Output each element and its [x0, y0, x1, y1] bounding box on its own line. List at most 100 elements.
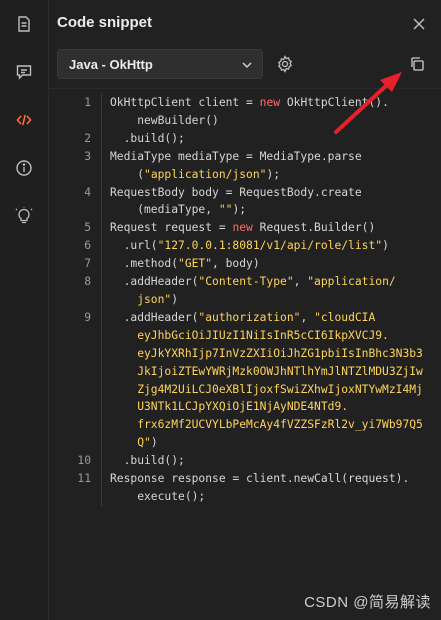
- string-literal: "": [218, 203, 233, 217]
- indent-guide: [101, 470, 102, 506]
- close-icon[interactable]: [411, 16, 427, 32]
- code-continuation: Zjg4M2UiLCJ0eXBlIjoxfSwiZXhwIjoxNTYwMzI4…: [110, 381, 431, 399]
- info-icon[interactable]: [14, 158, 34, 178]
- string-literal: eyJkYXRhIjp7InVzZXIiOiJhZG1pbiIsInBhc3N3…: [110, 346, 423, 360]
- string-literal: "cloudCIA: [314, 310, 376, 324]
- code-continuation: ("application/json");: [110, 166, 431, 184]
- string-literal: "application/json": [144, 167, 267, 181]
- line-number: 1: [84, 96, 91, 109]
- code-icon[interactable]: [14, 110, 34, 130]
- code-continuation: eyJkYXRhIjp7InVzZXIiOiJhZG1pbiIsInBhc3N3…: [110, 345, 431, 363]
- string-literal: eyJhbGciOiJIUzI1NiIsInR5cCI6IkpXVCJ9.: [110, 328, 389, 342]
- code-text: .addHeader("authorization", "cloudCIA: [110, 309, 431, 327]
- code-token: .addHeader(: [110, 275, 199, 289]
- code-token: OkHttpClient client =: [110, 96, 260, 109]
- code-text: .addHeader("Content-Type", "application/: [110, 273, 431, 291]
- string-literal: U3NTk1LCJpYXQiOjE1NjAyNDE4NTd9.: [110, 400, 349, 414]
- code-block[interactable]: 1 OkHttpClient client = new OkHttpClient(…: [57, 94, 431, 506]
- string-literal: "GET": [178, 257, 213, 271]
- code-continuation: execute();: [110, 488, 431, 506]
- code-token: .method(: [110, 257, 179, 271]
- line-number: 10: [77, 454, 91, 468]
- indent-guide: [101, 237, 102, 256]
- code-text: MediaType mediaType = MediaType.parse: [110, 148, 431, 166]
- code-token: ,: [300, 310, 315, 324]
- panel-title: Code snippet: [57, 14, 153, 31]
- code-line: 9 .addHeader("authorization", "cloudCIA …: [57, 308, 431, 453]
- code-text: .url("127.0.0.1:8081/v1/api/role/list"): [110, 237, 431, 255]
- code-text: .method("GET", body): [110, 255, 431, 273]
- code-continuation: json"): [110, 291, 431, 309]
- code-line: 5 Request request = new Request.Builder(): [57, 219, 431, 238]
- indent-guide: [101, 273, 102, 309]
- indent-guide: [101, 452, 102, 471]
- language-select[interactable]: Java - OkHttp: [57, 49, 263, 79]
- keyword: new: [232, 221, 253, 235]
- string-literal: JkIjoiZTEwYWRjMzk0OWJhNTlhYmJlNTZlMDU3Zj…: [110, 364, 423, 378]
- line-number: 8: [84, 275, 91, 289]
- code-token: , body): [212, 257, 260, 271]
- line-number: 2: [84, 131, 91, 145]
- code-line: 11 Response response = client.newCall(req…: [57, 470, 431, 506]
- code-token: (: [110, 167, 145, 181]
- code-line: 3 MediaType mediaType = MediaType.parse (…: [57, 147, 431, 184]
- code-token: Response response = client.newCall(reque…: [110, 472, 410, 486]
- code-token: MediaType mediaType = MediaType.parse: [110, 149, 362, 163]
- indent-guide: [101, 219, 102, 238]
- line-number: 6: [84, 239, 91, 253]
- string-literal: json": [110, 292, 172, 306]
- indent-guide: [101, 308, 102, 453]
- code-line: 7 .method("GET", body): [57, 255, 431, 274]
- code-token: ): [150, 436, 158, 450]
- code-token: (mediaType,: [110, 203, 219, 217]
- code-continuation: frx6zMf2UCVYLbPeMcAy4fVZZSFzRl2v_yi7Wb97…: [110, 416, 431, 434]
- code-continuation: (mediaType, "");: [110, 201, 431, 219]
- code-token: .build();: [110, 454, 185, 468]
- code-text: Response response = client.newCall(reque…: [110, 470, 431, 488]
- code-token: RequestBody body = RequestBody.create: [110, 185, 362, 199]
- code-token: ,: [293, 275, 308, 289]
- indent-guide: [101, 129, 102, 148]
- line-number: 3: [84, 149, 91, 163]
- code-token: .url(: [110, 239, 158, 253]
- code-token: .addHeader(: [110, 310, 199, 324]
- indent-guide: [101, 255, 102, 274]
- sidebar-rail: [0, 0, 49, 620]
- code-token: Request.Builder(): [252, 221, 376, 235]
- string-literal: "127.0.0.1:8081/v1/api/role/list": [157, 239, 383, 253]
- chevron-down-icon: [240, 58, 254, 72]
- document-icon[interactable]: [14, 14, 34, 34]
- code-token: newBuilder(): [110, 113, 219, 127]
- code-text: Request request = new Request.Builder(): [110, 219, 431, 237]
- copy-icon[interactable]: [409, 56, 425, 72]
- line-number: 4: [84, 185, 91, 199]
- string-literal: "Content-Type": [198, 275, 294, 289]
- code-continuation: U3NTk1LCJpYXQiOjE1NjAyNDE4NTd9.: [110, 398, 431, 416]
- lightbulb-icon[interactable]: [14, 206, 34, 226]
- watermark: CSDN @简易解读: [304, 594, 431, 611]
- indent-guide: [101, 147, 102, 184]
- line-number: 5: [84, 221, 91, 235]
- code-token: ): [171, 292, 179, 306]
- string-literal: Q": [110, 436, 151, 450]
- code-text: RequestBody body = RequestBody.create: [110, 184, 431, 202]
- line-number: 7: [84, 257, 91, 271]
- code-token: );: [266, 167, 281, 181]
- string-literal: Zjg4M2UiLCJ0eXBlIjoxfSwiZXhwIjoxNTYwMzI4…: [110, 382, 423, 396]
- code-line: 8 .addHeader("Content-Type", "applicatio…: [57, 273, 431, 309]
- code-continuation: Q"): [110, 434, 431, 452]
- keyword: new: [259, 96, 281, 109]
- code-continuation: JkIjoiZTEwYWRjMzk0OWJhNTlhYmJlNTZlMDU3Zj…: [110, 363, 431, 381]
- string-literal: "authorization": [198, 310, 301, 324]
- string-literal: "application/: [307, 275, 396, 289]
- indent-guide: [101, 183, 102, 220]
- code-token: ): [382, 239, 389, 253]
- string-literal: frx6zMf2UCVYLbPeMcAy4fVZZSFzRl2v_yi7Wb97…: [110, 418, 423, 432]
- gear-icon[interactable]: [276, 55, 294, 73]
- code-token: );: [232, 203, 247, 217]
- line-number: 9: [84, 310, 91, 324]
- comment-icon[interactable]: [14, 62, 34, 82]
- code-token: Request request =: [110, 221, 233, 235]
- code-token: execute();: [110, 489, 206, 503]
- code-continuation: eyJhbGciOiJIUzI1NiIsInR5cCI6IkpXVCJ9.: [110, 327, 431, 345]
